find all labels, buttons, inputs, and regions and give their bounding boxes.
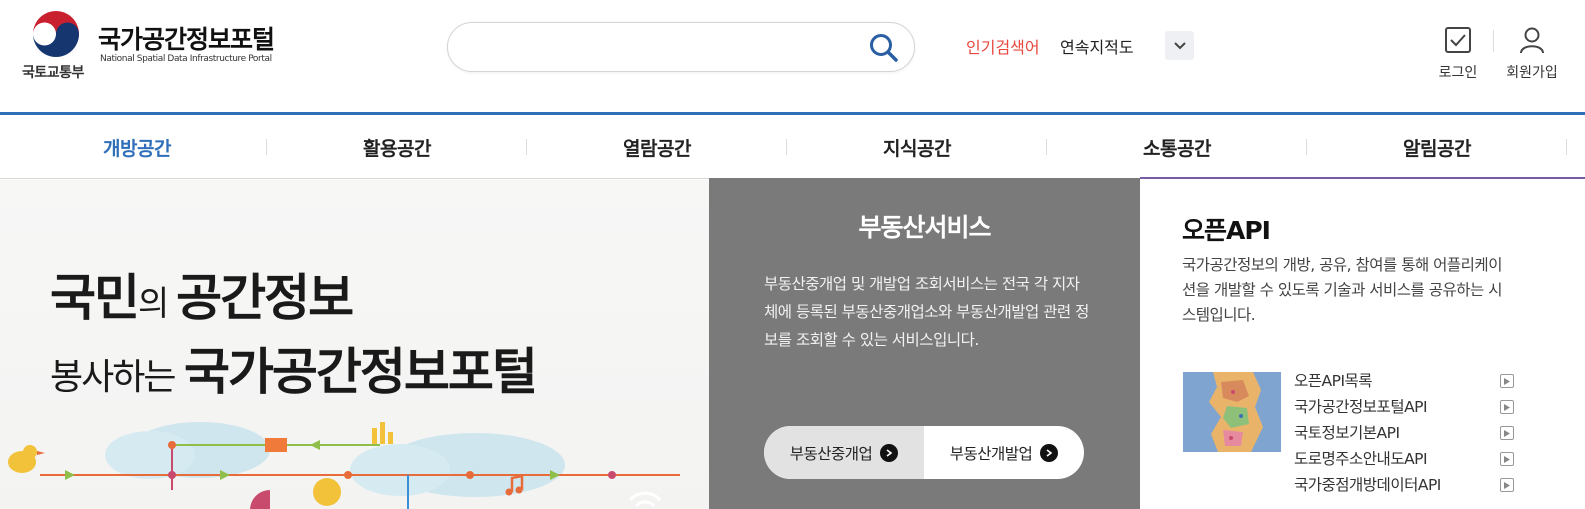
nav-separator [1566,139,1567,155]
hero-text: 공간정보 [176,269,354,327]
link-label: 오픈API목록 [1294,372,1373,390]
nav-item-notice-space[interactable]: 알림공간 [1307,115,1567,179]
api-link-key-open-data[interactable]: 국가중점개방데이터API [1294,472,1514,498]
link-label: 국가중점개방데이터API [1294,476,1441,494]
nav-item-utilization-space[interactable]: 활용공간 [267,115,527,179]
button-label: 부동산중개업 [789,444,873,463]
hero-text: 의 [138,284,177,324]
hero-heading-line1: 국민의 공간정보 [50,258,354,330]
join-button[interactable]: 회원가입 [1497,26,1567,82]
hero-text: 국민 [50,269,140,327]
nav-item-viewing-space[interactable]: 열람공간 [527,115,787,179]
api-link-land-info[interactable]: 국토정보기본API [1294,420,1514,446]
arrow-right-icon [880,443,899,462]
hero-text: 국가공간정보포털 [183,343,538,401]
hero-illustration [8,422,680,509]
real-estate-title: 부동산서비스 [858,213,991,242]
popular-search-label: 인기검색어 [966,38,1040,57]
hero-banner: 국민의 공간정보 봉사하는 국가공간정보포털 [0,180,709,509]
login-button[interactable]: 로그인 [1423,26,1493,82]
join-label: 회원가입 [1506,65,1558,81]
real-estate-description: 부동산중개업 및 개발업 조회서비스는 전국 각 지자체에 등록된 부동산중개업… [764,275,1089,349]
play-icon [1500,426,1514,440]
nav-item-knowledge-space[interactable]: 지식공간 [787,115,1047,179]
nav-item-communication-space[interactable]: 소통공간 [1047,115,1307,179]
chevron-down-icon [1173,41,1186,49]
popular-search-term[interactable]: 연속지적도 [1060,34,1134,58]
play-icon [1500,400,1514,414]
button-label: 부동산개발업 [949,444,1033,463]
government-emblem-icon[interactable] [32,10,80,58]
search-input[interactable] [470,35,850,61]
arrow-right-icon [1040,443,1059,462]
hero-heading-line2: 봉사하는 국가공간정보포털 [50,332,538,404]
link-label: 국가공간정보포털API [1294,398,1428,416]
util-divider [1493,30,1494,52]
link-label: 도로명주소안내도API [1294,450,1428,468]
play-icon [1500,478,1514,492]
open-api-panel: 오픈API 국가공간정보의 개방, 공유, 참여를 통해 어플리케이션을 개발할… [1140,177,1585,509]
play-icon [1500,374,1514,388]
real-estate-service-panel: 부동산서비스 부동산중개업 및 개발업 조회서비스는 전국 각 지자체에 등록된… [709,178,1140,509]
ministry-name: 국토교통부 [22,65,84,81]
real-estate-buttons: 부동산중개업 부동산개발업 [764,426,1084,479]
search-icon[interactable] [868,32,900,64]
api-link-road-address[interactable]: 도로명주소안내도API [1294,446,1514,472]
nav-item-open-space[interactable]: 개방공간 [7,115,267,179]
portal-title[interactable]: 국가공간정보포털 [98,20,275,56]
api-link-list[interactable]: 오픈API목록 [1294,368,1514,394]
hero-text: 봉사하는 [50,357,184,398]
site-header: 국토교통부 국가공간정보포털 National Spatial Data Inf… [0,0,1585,112]
main-nav: 개방공간 활용공간 열람공간 지식공간 소통공간 알림공간 [0,112,1585,179]
open-api-title: 오픈API [1182,216,1271,245]
real-estate-brokerage-button[interactable]: 부동산중개업 [764,426,924,479]
api-link-portal[interactable]: 국가공간정보포털API [1294,394,1514,420]
search-box [447,22,915,72]
real-estate-development-button[interactable]: 부동산개발업 [924,426,1084,479]
user-icon [1520,27,1544,54]
korea-map-thumbnail [1183,372,1281,452]
play-icon [1500,452,1514,466]
checkbox-icon [1445,27,1471,53]
open-api-description: 국가공간정보의 개방, 공유, 참여를 통해 어플리케이션을 개발할 수 있도록… [1182,256,1502,324]
link-label: 국토정보기본API [1294,424,1400,442]
portal-subtitle: National Spatial Data Infrastructure Por… [100,54,272,64]
login-label: 로그인 [1438,65,1478,81]
popular-search-toggle[interactable] [1165,31,1194,60]
open-api-link-list: 오픈API목록 국가공간정보포털API 국토정보기본API 도로명주소안내도AP… [1294,368,1514,498]
